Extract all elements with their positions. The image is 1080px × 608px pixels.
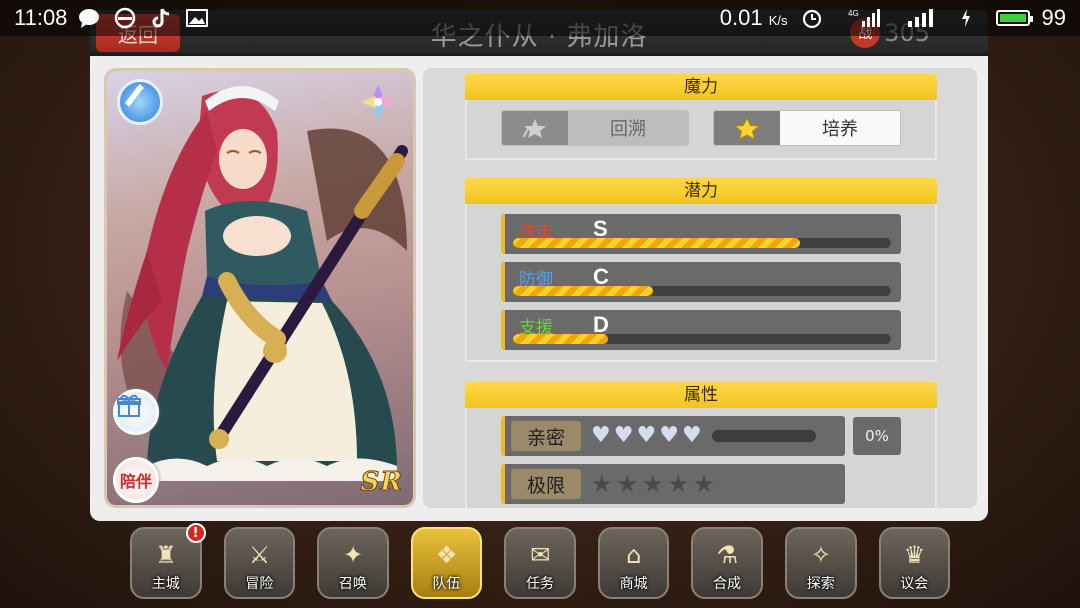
- nav-label: 队伍: [432, 576, 461, 592]
- potential-row: 防御 C: [501, 262, 901, 302]
- clock: 11:08: [14, 5, 68, 30]
- status-bar: 11:08 0.01 K/s 4G 99: [0, 0, 1080, 36]
- nav-item[interactable]: ❖ 队伍: [410, 527, 483, 599]
- chat-notification-icon: [77, 7, 101, 29]
- charging-icon: [960, 7, 972, 29]
- character-card[interactable]: 陪伴 SR: [104, 68, 416, 508]
- castle-icon: ♜: [155, 541, 177, 569]
- nav-label: 商城: [619, 576, 648, 592]
- nav-label: 探索: [806, 576, 835, 592]
- rarity-badge: SR: [360, 467, 403, 498]
- affinity-progress-bar: [711, 430, 816, 442]
- potential-bar: [513, 334, 891, 344]
- affinity-percent: 0%: [853, 417, 901, 455]
- gift-button[interactable]: [113, 389, 159, 435]
- nav-item[interactable]: ✧ 探索: [784, 527, 857, 599]
- battery-level: 99: [1041, 5, 1066, 30]
- recall-icon: [523, 119, 546, 138]
- star-icon: ★: [616, 470, 639, 498]
- affinity-hearts: ♥ ♥ ♥ ♥ ♥: [591, 425, 702, 447]
- alarm-icon: [800, 7, 824, 29]
- affinity-row: 亲密 ♥ ♥ ♥ ♥ ♥ 0%: [501, 416, 901, 456]
- weapon-type-badge: [117, 79, 163, 125]
- flower-crystal-icon: [361, 85, 395, 119]
- signal-4g-icon: 4G: [848, 7, 882, 29]
- magic-section: 魔力 回溯 培养: [465, 74, 937, 160]
- star-icon: ★: [591, 470, 613, 498]
- heart-icon: ♥: [613, 423, 634, 448]
- potential-bar: [513, 286, 891, 296]
- nav-item[interactable]: ✉ 任务: [504, 527, 576, 599]
- potion-icon: ⚗: [716, 541, 739, 569]
- nav-label: 召唤: [338, 576, 367, 592]
- network-type: 4G: [848, 9, 859, 18]
- companion-label: 陪伴: [119, 472, 152, 491]
- heart-icon: ♥: [636, 423, 657, 448]
- battery-icon: [995, 10, 1033, 26]
- nav-item[interactable]: ♜ 主城!: [130, 523, 206, 599]
- potential-row: 支援 D: [501, 310, 901, 350]
- alert-badge: !: [185, 523, 206, 543]
- potential-bar-fill: [513, 238, 801, 248]
- potential-section: 潜力 攻击 S 防御 C 支援 D: [465, 178, 937, 362]
- timer-notification-icon: [113, 7, 137, 29]
- signal-icon: [906, 7, 936, 29]
- nav-item[interactable]: ⚗ 合成: [691, 527, 763, 599]
- crossed-swords-icon: ⚔: [248, 541, 271, 569]
- tiktok-notification-icon: [149, 7, 173, 29]
- potential-bar: [513, 238, 891, 248]
- heart-icon: ♥: [681, 423, 702, 448]
- train-label: 培养: [780, 111, 900, 145]
- train-star-icon: [733, 116, 761, 140]
- nav-label: 冒险: [245, 576, 274, 592]
- attributes-section: 属性 亲密 ♥ ♥ ♥ ♥ ♥ 0% 极限 ★ ★ ★ ★ ★: [465, 382, 937, 508]
- net-speed: 0.01 K/s: [719, 5, 788, 30]
- recall-label: 回溯: [568, 111, 688, 145]
- attributes-section-title: 属性: [465, 382, 937, 408]
- affinity-label: 亲密: [511, 421, 581, 451]
- details-column: 魔力 回溯 培养 潜力 攻击 S 防御 C 支援 D 属性 亲密 ♥ ♥ ♥ ♥…: [423, 68, 977, 508]
- bottom-nav: ♜ 主城! ⚔ 冒险 ✦ 召唤 ❖ 队伍 ✉ 任务 ⌂ 商城 ⚗ 合成 ✧ 探索 ♛ 议会: [130, 523, 951, 601]
- nav-item[interactable]: ✦ 召唤: [317, 527, 389, 599]
- heart-icon: ♥: [591, 423, 611, 448]
- nav-label: 合成: [713, 576, 742, 592]
- potential-row: 攻击 S: [501, 214, 901, 254]
- limit-label: 极限: [511, 469, 581, 499]
- element-badge: [357, 81, 403, 127]
- limit-row: 极限 ★ ★ ★ ★ ★: [501, 464, 901, 504]
- character-panel: 陪伴 SR 魔力 回溯 培养 潜力 攻击 S 防御 C 支援 D 属性 亲密 ♥…: [90, 56, 988, 521]
- train-button[interactable]: 培养: [713, 110, 901, 146]
- companion-button[interactable]: 陪伴: [113, 457, 159, 503]
- team-crest-icon: ❖: [435, 541, 458, 569]
- shop-tent-icon: ⌂: [626, 541, 642, 569]
- limit-stars: ★ ★ ★ ★ ★: [591, 472, 715, 496]
- nav-item[interactable]: ⌂ 商城: [597, 527, 670, 599]
- heart-icon: ♥: [659, 423, 679, 448]
- star-icon: ★: [693, 470, 715, 498]
- nav-item[interactable]: ⚔ 冒险: [223, 527, 296, 599]
- potential-section-title: 潜力: [465, 178, 937, 204]
- nav-label: 任务: [526, 576, 555, 592]
- potential-bar-fill: [513, 286, 653, 296]
- quest-scroll-icon: ✉: [530, 541, 551, 569]
- gallery-notification-icon: [185, 7, 209, 29]
- nav-label: 主城: [151, 576, 180, 592]
- nav-item[interactable]: ♛ 议会: [878, 527, 951, 599]
- star-icon: ★: [642, 470, 664, 498]
- council-icon: ♛: [903, 541, 926, 569]
- pen-weapon-icon: [125, 84, 144, 107]
- magic-section-title: 魔力: [465, 74, 937, 100]
- star-icon: ★: [667, 470, 690, 498]
- potential-list: 攻击 S 防御 C 支援 D: [467, 204, 935, 360]
- summon-cards-icon: ✦: [343, 541, 364, 569]
- recall-button[interactable]: 回溯: [501, 110, 689, 146]
- compass-icon: ✧: [810, 541, 831, 569]
- character-illustration: [117, 86, 408, 481]
- nav-label: 议会: [900, 576, 929, 592]
- gift-icon: [117, 394, 141, 417]
- potential-bar-fill: [513, 334, 608, 344]
